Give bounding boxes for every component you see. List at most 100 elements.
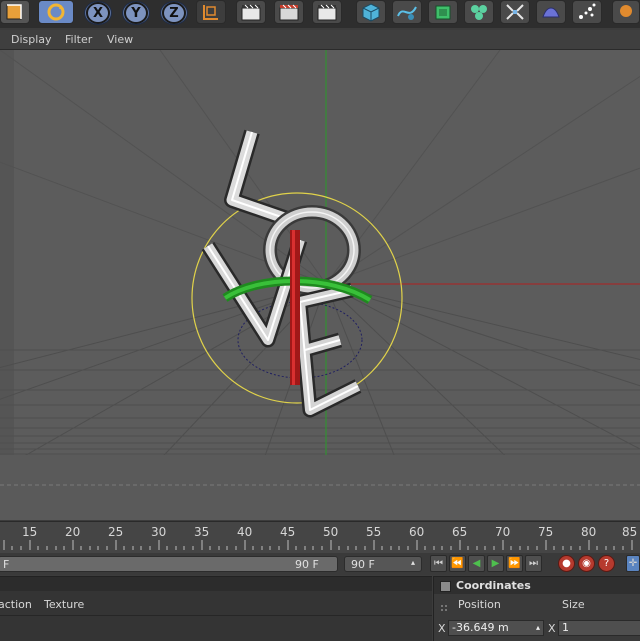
- scale-tool-icon: [6, 4, 22, 20]
- record-active-objects-button[interactable]: ●: [558, 555, 575, 572]
- y-axis-label: Y: [124, 2, 148, 24]
- ceiling-grid: [0, 50, 640, 285]
- z-axis-lock-button[interactable]: Z: [160, 1, 188, 25]
- arrows-expand-icon: [506, 4, 524, 20]
- floor-grid: [0, 283, 640, 471]
- autokeying-button[interactable]: ◉: [578, 555, 595, 572]
- add-spline-button[interactable]: [392, 0, 422, 24]
- ruler-label-75: 75: [538, 525, 554, 539]
- perspective-viewport[interactable]: [0, 50, 640, 520]
- menu-function[interactable]: action: [0, 598, 32, 611]
- end-frame-value: 90 F: [295, 558, 319, 571]
- ruler-label-35: 35: [194, 525, 210, 539]
- size-x-field[interactable]: 1: [558, 620, 640, 636]
- keyframe-selection-button[interactable]: ?: [598, 555, 615, 572]
- ruler-label-65: 65: [452, 525, 468, 539]
- ruler-label-25: 25: [108, 525, 124, 539]
- play-forwards-button[interactable]: ▶: [487, 555, 504, 572]
- max-frame-field[interactable]: 90 F ▴: [344, 556, 422, 572]
- size-x-label: X: [548, 622, 556, 635]
- clapperboard-icon: [241, 4, 261, 21]
- max-frame-value: 90 F: [351, 558, 375, 571]
- frame-range-bar: F 90 F 90 F ▴ ⏮ ⏪ ◀ ▶ ⏩ ⏭ ● ◉ ? ✛: [0, 553, 640, 575]
- cloner-icon: [471, 5, 487, 20]
- ruler-label-70: 70: [495, 525, 511, 539]
- rotate-tool-button[interactable]: [38, 0, 74, 24]
- viewport-scene: [0, 50, 640, 520]
- panel-divider: [0, 615, 432, 616]
- ruler-label-15: 15: [22, 525, 38, 539]
- record-key-icon: ●: [562, 558, 571, 569]
- play-backwards-icon: ◀: [472, 558, 481, 569]
- spline-pen-icon: [397, 6, 417, 20]
- move-arrows-icon: ✛: [628, 558, 638, 569]
- floor-shape-icon: [542, 7, 560, 18]
- frame-range-slider[interactable]: F 90 F: [0, 556, 338, 572]
- coordinate-system-icon: [203, 5, 218, 20]
- coordinates-title: Coordinates: [456, 579, 531, 592]
- menu-view[interactable]: View: [107, 33, 133, 46]
- x-axis-lock-button[interactable]: X: [84, 1, 112, 25]
- position-x-stepper-icon[interactable]: ▴: [536, 621, 540, 635]
- go-to-start-icon: ⏮: [434, 558, 443, 569]
- add-particles-button[interactable]: [572, 0, 602, 24]
- render-settings-button[interactable]: [312, 0, 342, 24]
- ruler-label-20: 20: [65, 525, 81, 539]
- drag-handle-icon[interactable]: [440, 599, 450, 611]
- add-deformer-button[interactable]: [500, 0, 530, 24]
- coordinate-system-button[interactable]: [196, 0, 226, 24]
- ruler-label-30: 30: [151, 525, 167, 539]
- go-to-end-icon: ⏭: [529, 558, 538, 569]
- timeline-ruler[interactable]: 15 20 25 30 35 40 45 50 55 60 65 70 75 8…: [0, 521, 640, 554]
- position-x-field[interactable]: -36.649 m ▴: [448, 620, 544, 636]
- render-view-button[interactable]: [236, 0, 266, 24]
- add-mograph-button[interactable]: [464, 0, 494, 24]
- panel-header: [0, 577, 432, 591]
- previous-key-icon: ⏪: [451, 558, 464, 569]
- previous-key-button[interactable]: ⏪: [449, 555, 466, 572]
- question-icon: ?: [603, 558, 610, 569]
- position-x-label: X: [438, 622, 446, 635]
- add-light-button[interactable]: [612, 0, 640, 24]
- y-axis-lock-button[interactable]: Y: [122, 1, 150, 25]
- next-key-icon: ⏩: [508, 558, 521, 569]
- position-key-button[interactable]: ✛: [626, 555, 640, 572]
- position-x-value: -36.649 m: [452, 621, 509, 634]
- subdivision-cube-icon: [435, 5, 451, 20]
- ruler-ticks: [3, 540, 633, 550]
- play-backwards-button[interactable]: ◀: [468, 555, 485, 572]
- render-picture-viewer-button[interactable]: [274, 0, 304, 24]
- autokey-icon: ◉: [582, 558, 591, 569]
- main-toolbar: X Y Z: [0, 0, 640, 28]
- add-environment-button[interactable]: [536, 0, 566, 24]
- viewport-menu-bar: Display Filter View: [0, 30, 640, 50]
- position-column-label: Position: [458, 598, 501, 611]
- next-key-button[interactable]: ⏩: [506, 555, 523, 572]
- coordinates-header: Coordinates: [434, 577, 640, 594]
- panel-menu-icon[interactable]: [440, 581, 451, 592]
- ruler-label-80: 80: [581, 525, 597, 539]
- size-x-value: 1: [562, 621, 569, 634]
- z-axis-label: Z: [162, 2, 186, 24]
- go-to-start-button[interactable]: ⏮: [430, 555, 447, 572]
- clapperboard-settings-icon: [317, 4, 337, 21]
- particles-icon: [579, 3, 596, 19]
- stepper-arrows-icon[interactable]: ▴: [411, 558, 415, 567]
- start-frame-value: F: [3, 558, 10, 571]
- size-column-label: Size: [562, 598, 585, 611]
- menu-display[interactable]: Display: [11, 33, 52, 46]
- add-cube-button[interactable]: [356, 0, 386, 24]
- ruler-label-60: 60: [409, 525, 425, 539]
- material-manager-panel: action Texture: [0, 576, 432, 641]
- go-to-end-button[interactable]: ⏭: [525, 555, 542, 572]
- menu-texture[interactable]: Texture: [44, 598, 84, 611]
- light-icon: [620, 5, 632, 17]
- ruler-label-50: 50: [323, 525, 339, 539]
- add-subdivision-button[interactable]: [428, 0, 458, 24]
- menu-filter[interactable]: Filter: [65, 33, 92, 46]
- rotate-tool-icon: [47, 3, 65, 21]
- ruler-label-40: 40: [237, 525, 253, 539]
- x-axis-label: X: [86, 2, 110, 24]
- floor-plane: [0, 455, 640, 520]
- scale-tool-button[interactable]: [0, 0, 30, 24]
